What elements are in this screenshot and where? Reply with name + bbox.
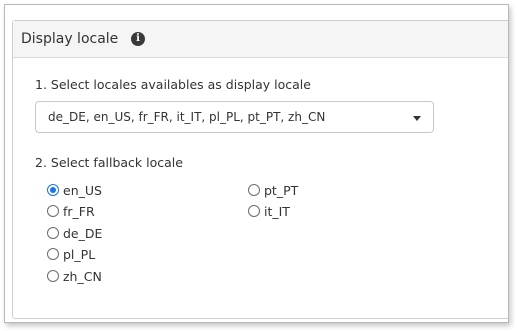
- radio-label: de_DE: [63, 225, 103, 241]
- radio-option-it-it[interactable]: it_IT: [248, 202, 290, 220]
- chevron-down-icon[interactable]: [413, 116, 421, 121]
- radio-button[interactable]: [47, 248, 59, 260]
- radio-label: pt_PT: [264, 182, 299, 198]
- radio-option-fr-fr[interactable]: fr_FR: [47, 202, 95, 220]
- radio-button[interactable]: [47, 270, 59, 282]
- radio-label: fr_FR: [63, 203, 95, 219]
- panel-heading: Display locale i: [13, 21, 508, 58]
- display-locales-label: 1. Select locales availables as display …: [35, 77, 311, 92]
- radio-label: it_IT: [264, 203, 290, 219]
- radio-button[interactable]: [248, 184, 260, 196]
- display-locales-value: de_DE, en_US, fr_FR, it_IT, pl_PL, pt_PT…: [48, 110, 326, 124]
- display-locales-select[interactable]: de_DE, en_US, fr_FR, it_IT, pl_PL, pt_PT…: [35, 101, 434, 133]
- radio-label: zh_CN: [63, 268, 102, 284]
- radio-label: pl_PL: [63, 246, 96, 262]
- radio-option-de-de[interactable]: de_DE: [47, 224, 102, 242]
- radio-button[interactable]: [47, 227, 59, 239]
- radio-button[interactable]: [47, 205, 59, 217]
- radio-button-checked[interactable]: [47, 184, 59, 196]
- radio-button[interactable]: [248, 205, 260, 217]
- display-locale-panel: Display locale i 1. Select locales avail…: [12, 20, 508, 319]
- radio-option-pl-pl[interactable]: pl_PL: [47, 245, 95, 263]
- fallback-locale-label: 2. Select fallback locale: [35, 155, 183, 170]
- radio-option-pt-pt[interactable]: pt_PT: [248, 181, 298, 199]
- screenshot-frame: Display locale i 1. Select locales avail…: [4, 4, 509, 323]
- info-icon[interactable]: i: [131, 32, 145, 46]
- radio-option-en-us[interactable]: en_US: [47, 181, 102, 199]
- panel-title: Display locale: [21, 31, 119, 47]
- radio-label: en_US: [63, 182, 102, 198]
- radio-option-zh-cn[interactable]: zh_CN: [47, 267, 102, 285]
